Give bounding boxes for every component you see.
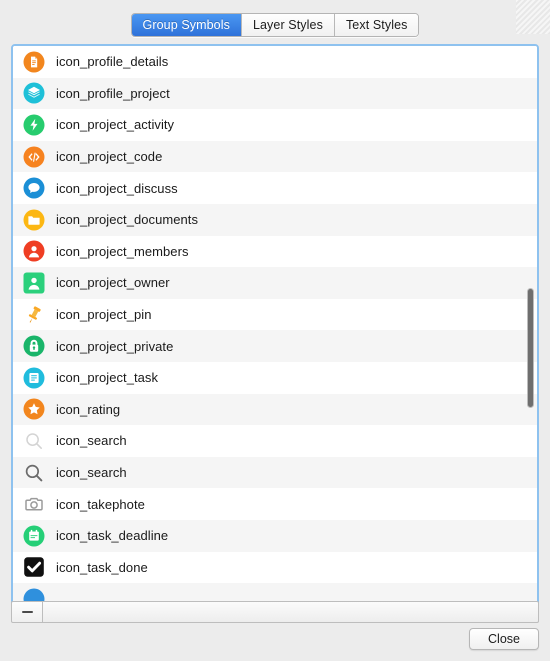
pushpin-icon — [23, 304, 45, 326]
list-item[interactable]: icon_profile_details — [13, 46, 537, 78]
bolt-circle-icon — [23, 114, 45, 136]
list-item[interactable]: icon_project_discuss — [13, 172, 537, 204]
person-square-icon — [23, 272, 45, 294]
list-item[interactable]: icon_takephote — [13, 488, 537, 520]
list-item-label: icon_project_pin — [56, 307, 152, 323]
lock-circle-icon — [23, 335, 45, 357]
list-action-bar — [11, 601, 539, 623]
list-item[interactable]: icon_project_pin — [13, 298, 537, 331]
list-item-label: icon_project_members — [56, 243, 189, 259]
list-item-label: icon_rating — [56, 401, 121, 417]
symbols-list[interactable]: icon_profile_details icon_profile_project… — [13, 46, 537, 605]
list-item[interactable]: icon_project_owner — [13, 267, 537, 299]
list-item-label: icon_profile_details — [56, 54, 169, 70]
list-item-label: icon_project_owner — [56, 275, 170, 291]
chat-circle-icon — [23, 177, 45, 199]
list-item-label: icon_search — [56, 465, 127, 481]
list-item-label: icon_project_activity — [56, 117, 175, 133]
list-item[interactable]: icon_search — [13, 456, 537, 489]
remove-symbol-button[interactable] — [12, 602, 43, 622]
search-light-icon — [23, 430, 45, 452]
list-item-label: icon_takephote — [56, 496, 145, 512]
vertical-scrollbar[interactable] — [527, 288, 534, 408]
list-item[interactable]: icon_project_documents — [13, 203, 537, 236]
document-circle-icon — [23, 51, 45, 73]
tab-text-styles[interactable]: Text Styles — [334, 14, 419, 36]
task-circle-icon — [23, 367, 45, 389]
list-item-label: icon_project_discuss — [56, 180, 178, 196]
list-item-label: icon_search — [56, 433, 127, 449]
list-item-label: icon_task_deadline — [56, 528, 169, 544]
list-item-label: icon_project_code — [56, 149, 163, 165]
list-item[interactable]: icon_project_task — [13, 361, 537, 394]
minus-icon — [21, 611, 33, 613]
symbols-list-panel: icon_profile_details icon_profile_project… — [11, 44, 539, 607]
list-item[interactable]: icon_task_done — [13, 551, 537, 584]
list-item[interactable]: icon_rating — [13, 393, 537, 426]
list-item[interactable]: icon_project_code — [13, 140, 537, 173]
list-item[interactable]: icon_project_members — [13, 235, 537, 268]
tab-layer-styles[interactable]: Layer Styles — [241, 14, 335, 36]
close-button[interactable]: Close — [469, 628, 539, 650]
star-circle-icon — [23, 398, 45, 420]
list-item[interactable]: icon_search — [13, 425, 537, 457]
checkbox-checked-icon — [23, 556, 45, 578]
code-circle-icon — [23, 146, 45, 168]
list-item[interactable]: icon_project_activity — [13, 109, 537, 141]
folder-circle-icon — [23, 209, 45, 231]
list-item[interactable]: icon_task_deadline — [13, 519, 537, 552]
tab-group-symbols[interactable]: Group Symbols — [131, 14, 242, 36]
list-item-label: icon_profile_project — [56, 85, 170, 101]
layers-circle-icon — [23, 82, 45, 104]
search-dark-icon — [23, 462, 45, 484]
tab-bar: Group Symbols Layer Styles Text Styles — [130, 13, 420, 37]
list-item-label: icon_project_private — [56, 338, 174, 354]
list-item-label: icon_project_documents — [56, 212, 199, 228]
members-circle-icon — [23, 240, 45, 262]
list-item-label: icon_task_done — [56, 559, 148, 575]
list-item[interactable]: icon_profile_project — [13, 77, 537, 110]
calendar-circle-icon — [23, 525, 45, 547]
list-item[interactable]: icon_project_private — [13, 330, 537, 362]
list-item-label: icon_project_task — [56, 370, 159, 386]
camera-outline-icon — [23, 493, 45, 515]
tab-bar-container: Group Symbols Layer Styles Text Styles — [0, 13, 550, 37]
